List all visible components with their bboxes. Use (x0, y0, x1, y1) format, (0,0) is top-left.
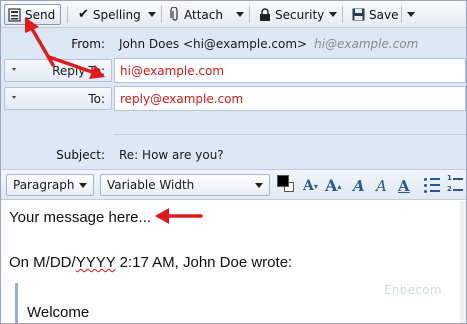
spelling-dropdown-button[interactable] (146, 4, 158, 25)
to-row: To: reply@example.com (1, 86, 466, 112)
save-button[interactable]: Save (352, 4, 398, 25)
to-label: To: (88, 92, 105, 106)
chevron-down-icon (79, 183, 87, 188)
spelling-label: Spelling (92, 7, 141, 22)
security-dropdown-button[interactable] (327, 4, 339, 25)
toolbar-divider (67, 6, 68, 23)
subject-value: Re: How are you? (119, 148, 224, 162)
to-field[interactable]: reply@example.com (114, 86, 466, 111)
save-dropdown-button[interactable] (405, 4, 417, 25)
chevron-down-icon (12, 68, 16, 71)
address-headers: From: John Does <hi@example.com> hi@examp… (1, 28, 466, 169)
lock-icon (260, 7, 270, 21)
reply-to-field[interactable]: hi@example.com (114, 58, 466, 83)
vertical-scrollbar[interactable] (460, 201, 466, 323)
subject-label: Subject: (56, 148, 105, 162)
blockquote-bar (15, 283, 18, 323)
chevron-down-icon (236, 12, 244, 17)
security-button[interactable]: Security (259, 4, 324, 25)
checkmark-icon: ✔ (78, 7, 89, 22)
empty-recipient-row[interactable] (114, 134, 466, 135)
paragraph-format-select[interactable]: Paragraph (6, 174, 94, 196)
chevron-down-icon (255, 183, 263, 188)
quote-attribution-suffix: 2:17 AM, John Doe wrote: (115, 254, 293, 271)
text-color-swatch[interactable] (277, 175, 289, 187)
annotation-arrow-message (155, 208, 203, 224)
quoted-text: Welcome (27, 304, 90, 321)
attach-label: Attach (184, 7, 223, 22)
bulleted-list-icon[interactable] (424, 177, 440, 193)
misspelled-word: YYYY (75, 254, 116, 271)
italic-icon[interactable]: A (376, 176, 387, 196)
toolbar-divider (342, 6, 343, 23)
save-label: Save (369, 7, 399, 22)
chevron-down-icon (148, 12, 156, 17)
chevron-down-icon (12, 96, 16, 99)
chevron-down-icon (329, 12, 337, 17)
font-family-value: Variable Width (107, 178, 195, 192)
message-body-editor[interactable]: Your message here... On M/DD/YYYY 2:17 A… (1, 201, 466, 323)
font-smaller-icon[interactable]: A▾ (303, 176, 318, 196)
to-value: reply@example.com (120, 92, 244, 106)
security-label: Security (275, 7, 325, 22)
subject-row: Subject: Re: How are you? (1, 143, 466, 169)
quote-attribution: On M/DD/YYYY 2:17 AM, John Doe wrote: (9, 254, 292, 271)
toolbar-divider (249, 6, 250, 23)
spelling-button[interactable]: ✔ Spelling (78, 4, 141, 25)
attach-button[interactable]: Attach (170, 4, 223, 25)
annotation-arrow-reply-to (47, 55, 105, 79)
quote-date-prefix: On M/DD/ (9, 254, 76, 271)
subject-field[interactable]: Re: How are you? (114, 143, 466, 168)
chevron-down-icon (407, 12, 415, 17)
main-toolbar: Send ✔ Spelling Attach Security Save (1, 1, 466, 28)
from-value: John Does <hi@example.com> (119, 37, 308, 51)
compose-window: Send ✔ Spelling Attach Security Save Fro… (0, 0, 467, 324)
bold-icon[interactable]: A (353, 176, 365, 196)
message-text: Your message here... (9, 209, 152, 226)
floppy-disk-icon (352, 8, 365, 21)
numbered-list-icon[interactable]: 1 2 (447, 174, 463, 193)
from-label: From: (71, 37, 105, 51)
from-field[interactable]: John Does <hi@example.com> hi@example.com (114, 32, 466, 57)
paragraph-format-value: Paragraph (13, 178, 75, 192)
formatting-toolbar: Paragraph Variable Width A▾ A▴ A A A 1 2 (1, 169, 466, 200)
from-alt-address: hi@example.com (314, 37, 419, 51)
reply-to-value: hi@example.com (120, 64, 225, 78)
attach-dropdown-button[interactable] (234, 4, 246, 25)
font-family-select[interactable]: Variable Width (100, 174, 270, 196)
paperclip-icon (170, 7, 178, 21)
watermark-logo: Enbecom (384, 283, 442, 297)
toolbar-divider (161, 6, 162, 23)
underline-icon[interactable]: A (398, 176, 410, 196)
font-larger-icon[interactable]: A▴ (325, 176, 341, 196)
to-type-select[interactable]: To: (4, 87, 112, 110)
toolbar-divider (401, 6, 402, 23)
